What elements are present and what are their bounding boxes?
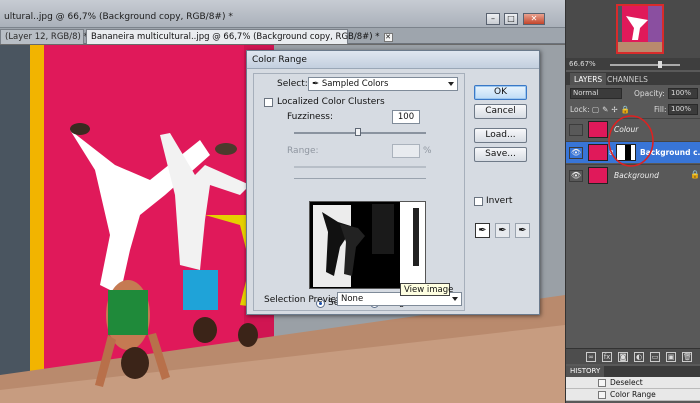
divider: [294, 178, 426, 179]
dialog-title: Color Range: [247, 51, 539, 69]
history-item[interactable]: Deselect: [566, 377, 700, 389]
tab-bananeira[interactable]: Bananeira multicultural..jpg @ 66,7% (Ba…: [86, 29, 393, 44]
eyedropper-icon[interactable]: ✒: [475, 223, 490, 238]
layer-thumbnail: [588, 144, 608, 161]
navigator-zoom-row: 66.67%: [566, 58, 700, 70]
tab-history[interactable]: HISTORY: [566, 366, 605, 377]
tab-label: Bananeira multicultural..jpg @ 66,7% (Ba…: [91, 32, 380, 42]
dialog-options-group: Select: ✒ Sampled Colors Localized Color…: [253, 73, 465, 311]
ok-button[interactable]: OK: [474, 85, 527, 100]
adjustment-icon[interactable]: ◐: [634, 352, 644, 362]
maximize-button[interactable]: □: [504, 13, 518, 25]
navigator-panel: 66.67%: [566, 0, 700, 70]
eyedropper-icon: ✒: [312, 79, 322, 89]
fx-icon[interactable]: fx: [602, 352, 612, 362]
mask-preview: [310, 202, 425, 288]
select-dropdown[interactable]: ✒ Sampled Colors: [308, 77, 458, 91]
invert-checkbox[interactable]: [474, 197, 483, 206]
range-label: Range:: [287, 146, 319, 156]
range-slider-track: [294, 166, 426, 168]
tab-label: (Layer 12, RGB/8) *: [5, 32, 88, 42]
fuzziness-label: Fuzziness:: [287, 112, 333, 122]
history-step-icon: [598, 379, 606, 387]
tab-layer-12[interactable]: (Layer 12, RGB/8) *✕: [0, 29, 101, 44]
mask-icon[interactable]: ◙: [618, 352, 628, 362]
select-value: Sampled Colors: [321, 79, 389, 89]
fill-input[interactable]: 100%: [668, 104, 698, 115]
opacity-input[interactable]: 100%: [668, 88, 698, 99]
zoom-slider-thumb[interactable]: [658, 61, 662, 68]
save-button[interactable]: Save...: [474, 147, 527, 162]
localized-clusters-checkbox[interactable]: [264, 98, 273, 107]
fuzziness-input[interactable]: 100: [392, 110, 420, 124]
close-window-button[interactable]: ✕: [523, 13, 545, 25]
blend-opacity-row: Normal Opacity: 100%: [566, 87, 700, 102]
minimize-button[interactable]: –: [486, 13, 500, 25]
layer-name: Background: [614, 171, 659, 180]
history-step-icon: [598, 391, 606, 399]
layers-panel-tabs: LAYERS CHANNELS: [566, 72, 700, 85]
view-image-tooltip: View image: [400, 283, 453, 296]
document-tabs: (Layer 12, RGB/8) *✕ Bananeira multicult…: [0, 28, 565, 44]
selection-preview-image: [309, 201, 426, 289]
trash-icon[interactable]: 🗑: [682, 352, 692, 362]
layer-thumbnail: [588, 121, 608, 138]
right-panel-dock: 66.67% LAYERS CHANNELS Normal Opacity: 1…: [565, 0, 700, 403]
history-item[interactable]: Color Range: [566, 389, 700, 401]
chevron-down-icon: [452, 297, 458, 301]
lock-icon: 🔒: [690, 170, 700, 179]
blend-mode-select[interactable]: Normal: [570, 88, 622, 99]
range-unit: %: [423, 146, 432, 156]
visibility-toggle[interactable]: [569, 124, 583, 136]
localized-clusters-label: Localized Color Clusters: [277, 97, 385, 107]
eyedropper-plus-icon[interactable]: ✒: [495, 223, 510, 238]
eye-icon[interactable]: 👁: [569, 170, 583, 182]
select-label: Select:: [277, 79, 308, 89]
tab-layers[interactable]: LAYERS: [570, 73, 607, 85]
range-input: [392, 144, 420, 158]
new-layer-icon[interactable]: ▣: [666, 352, 676, 362]
zoom-level[interactable]: 66.67%: [569, 60, 596, 68]
color-range-dialog: Color Range Select: ✒ Sampled Colors Loc…: [246, 50, 540, 315]
window-title: ultural..jpg @ 66,7% (Background copy, R…: [4, 12, 233, 22]
eyedropper-minus-icon[interactable]: ✒: [515, 223, 530, 238]
annotation-circle: [608, 115, 654, 167]
document-window-titlebar: ultural..jpg @ 66,7% (Background copy, R…: [0, 0, 565, 28]
load-button[interactable]: Load...: [474, 128, 527, 143]
fuzziness-slider-thumb[interactable]: [355, 128, 361, 136]
selection-preview-label: Selection Preview:: [264, 295, 346, 305]
folder-icon[interactable]: ▭: [650, 352, 660, 362]
chevron-down-icon: [448, 82, 454, 86]
link-icon[interactable]: ∞: [586, 352, 596, 362]
layers-panel-footer: ∞ fx ◙ ◐ ▭ ▣ 🗑: [566, 348, 700, 364]
history-item-label: Deselect: [610, 378, 643, 387]
navigator-thumbnail[interactable]: [616, 4, 664, 54]
history-panel-tabbar: HISTORY: [566, 366, 700, 377]
navigator-image: [618, 6, 662, 52]
close-tab-icon[interactable]: ✕: [383, 33, 393, 42]
tab-channels[interactable]: CHANNELS: [603, 73, 652, 85]
lock-label: Lock:: [570, 105, 590, 114]
layer-thumbnail: [588, 167, 608, 184]
preview-value: None: [341, 294, 364, 304]
opacity-label: Opacity:: [634, 89, 665, 98]
history-item-label: Color Range: [610, 390, 656, 399]
cancel-button[interactable]: Cancel: [474, 104, 527, 119]
eye-icon[interactable]: 👁: [569, 147, 583, 159]
zoom-slider-track[interactable]: [610, 64, 680, 66]
invert-label: Invert: [486, 196, 513, 206]
